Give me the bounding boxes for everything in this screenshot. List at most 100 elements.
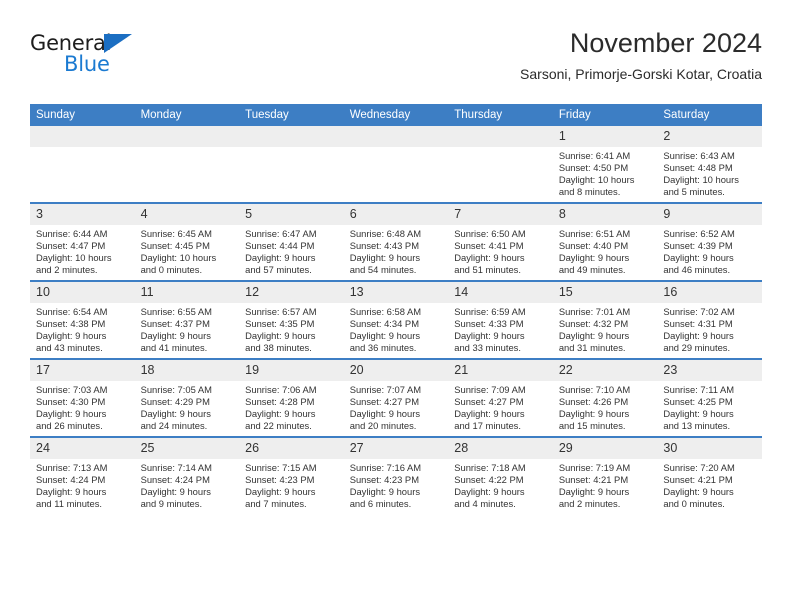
calendar-day-cell[interactable]: 25 Sunrise: 7:14 AM Sunset: 4:24 PM Dayligh… [134, 436, 240, 514]
calendar-day-cell[interactable]: 5 Sunrise: 6:47 AM Sunset: 4:44 PM Daylight… [239, 202, 344, 281]
day-number: 12 [239, 282, 344, 303]
day-details: Sunrise: 6:44 AM Sunset: 4:47 PM Daylight:… [30, 225, 135, 276]
calendar-day-cell[interactable]: 11 Sunrise: 6:55 AM Sunset: 4:37 PM Dayligh… [134, 280, 240, 359]
day-sunset-text: Sunset: 4:25 PM [663, 396, 733, 408]
day-sunrise-text: Sunrise: 6:44 AM [36, 228, 108, 239]
calendar-day-cell[interactable]: 24 Sunrise: 7:13 AM Sunset: 4:24 PM Dayligh… [30, 436, 135, 514]
day-sunset-text: Sunset: 4:21 PM [663, 474, 733, 486]
calendar-day-cell[interactable]: 12 Sunrise: 6:57 AM Sunset: 4:35 PM Dayligh… [239, 280, 344, 359]
day-daylight-text: Daylight: 9 hours [663, 408, 734, 420]
day-sunset-text: Sunset: 4:48 PM [663, 162, 733, 174]
calendar-day-cell[interactable]: 2 Sunrise: 6:43 AM Sunset: 4:48 PM Daylight… [657, 126, 762, 203]
calendar-day-cell[interactable]: 7 Sunrise: 6:50 AM Sunset: 4:41 PM Daylight… [448, 202, 553, 281]
day-daylight-text: Daylight: 9 hours [349, 408, 421, 420]
calendar-day-cell[interactable]: 16 Sunrise: 7:02 AM Sunset: 4:31 PM Dayligh… [657, 280, 762, 359]
calendar-day-cell[interactable]: 22 Sunrise: 7:10 AM Sunset: 4:26 PM Dayligh… [552, 358, 658, 437]
calendar-page: General Blue November 2024 Sarsoni, Prim… [0, 0, 792, 612]
day-daylight-text: Daylight: 9 hours [140, 486, 211, 498]
day-daylight-text: and 24 minutes. [140, 420, 208, 432]
day-daylight-text: Daylight: 9 hours [36, 408, 107, 420]
calendar-day-cell[interactable]: 8 Sunrise: 6:51 AM Sunset: 4:40 PM Daylight… [552, 202, 658, 281]
day-sunset-text: Sunset: 4:50 PM [558, 162, 629, 174]
day-daylight-text: Daylight: 9 hours [663, 252, 734, 264]
day-daylight-text: and 29 minutes. [663, 342, 731, 354]
calendar-day-cell[interactable]: 9 Sunrise: 6:52 AM Sunset: 4:39 PM Daylight… [657, 202, 762, 281]
day-sunrise-text: Sunrise: 7:03 AM [36, 384, 108, 395]
day-daylight-text: and 7 minutes. [245, 498, 307, 510]
day-daylight-text: Daylight: 9 hours [454, 252, 525, 264]
calendar-day-cell[interactable]: 21 Sunrise: 7:09 AM Sunset: 4:27 PM Dayligh… [448, 358, 553, 437]
day-details: Sunrise: 7:20 AM Sunset: 4:21 PM Daylight:… [657, 459, 762, 510]
day-daylight-text: and 31 minutes. [558, 342, 626, 354]
day-sunset-text: Sunset: 4:27 PM [454, 396, 524, 408]
day-details: Sunrise: 7:14 AM Sunset: 4:24 PM Daylight:… [135, 459, 240, 510]
day-daylight-text: and 8 minutes. [558, 186, 621, 198]
day-sunrise-text: Sunrise: 6:58 AM [349, 306, 422, 317]
calendar-day-cell[interactable]: 13 Sunrise: 6:58 AM Sunset: 4:34 PM Dayligh… [343, 280, 449, 359]
calendar-day-cell[interactable]: 1 Sunrise: 6:41 AM Sunset: 4:50 PM Daylight… [552, 126, 658, 203]
day-number: 16 [657, 282, 762, 303]
day-details: Sunrise: 6:51 AM Sunset: 4:40 PM Daylight:… [553, 225, 658, 276]
calendar-day-cell[interactable]: 28 Sunrise: 7:18 AM Sunset: 4:22 PM Dayligh… [448, 436, 553, 514]
weekday-header-row: Sunday Monday Tuesday Wednesday Thursday… [30, 104, 762, 126]
day-number: 27 [343, 438, 449, 459]
day-details: Sunrise: 7:19 AM Sunset: 4:21 PM Daylight:… [553, 459, 658, 510]
day-daylight-text: and 13 minutes. [663, 420, 731, 432]
calendar-day-cell[interactable]: 3 Sunrise: 6:44 AM Sunset: 4:47 PM Daylight… [30, 202, 135, 281]
day-number: 13 [343, 282, 449, 303]
day-number: 22 [552, 360, 658, 381]
calendar-day-cell[interactable]: 20 Sunrise: 7:07 AM Sunset: 4:27 PM Dayligh… [343, 358, 449, 437]
generalblue-logo[interactable]: General Blue [30, 31, 210, 83]
calendar-day-cell[interactable]: 30 Sunrise: 7:20 AM Sunset: 4:21 PM Dayligh… [657, 436, 762, 514]
calendar-day-cell[interactable]: 15 Sunrise: 7:01 AM Sunset: 4:32 PM Dayligh… [552, 280, 658, 359]
day-sunset-text: Sunset: 4:23 PM [349, 474, 419, 486]
page-title: November 2024 [569, 28, 762, 58]
day-daylight-text: Daylight: 9 hours [349, 330, 421, 342]
day-number: 30 [657, 438, 762, 459]
day-sunset-text: Sunset: 4:23 PM [245, 474, 315, 486]
day-daylight-text: and 46 minutes. [663, 264, 731, 276]
day-sunset-text: Sunset: 4:32 PM [558, 318, 629, 330]
day-sunset-text: Sunset: 4:29 PM [140, 396, 210, 408]
day-daylight-text: Daylight: 9 hours [558, 252, 630, 264]
calendar-day-cell[interactable]: 17 Sunrise: 7:03 AM Sunset: 4:30 PM Dayligh… [30, 358, 135, 437]
day-number: 8 [552, 204, 658, 225]
day-daylight-text: and 33 minutes. [454, 342, 521, 354]
calendar-day-cell[interactable]: 6 Sunrise: 6:48 AM Sunset: 4:43 PM Daylight… [343, 202, 449, 281]
day-details: Sunrise: 7:09 AM Sunset: 4:27 PM Daylight:… [448, 381, 553, 432]
day-number: 24 [30, 438, 135, 459]
calendar-table: Sunday Monday Tuesday Wednesday Thursday… [30, 104, 762, 514]
day-daylight-text: Daylight: 9 hours [140, 330, 211, 342]
day-daylight-text: and 6 minutes. [349, 498, 412, 510]
day-daylight-text: and 43 minutes. [36, 342, 103, 354]
day-sunrise-text: Sunrise: 7:20 AM [663, 462, 735, 473]
title-block: November 2024 Sarsoni, Primorje-Gorski K… [520, 26, 762, 85]
calendar-day-cell[interactable]: 26 Sunrise: 7:15 AM Sunset: 4:23 PM Dayligh… [239, 436, 344, 514]
day-sunrise-text: Sunrise: 6:43 AM [663, 150, 735, 161]
day-sunset-text: Sunset: 4:43 PM [349, 240, 419, 252]
day-daylight-text: and 51 minutes. [454, 264, 521, 276]
day-sunrise-text: Sunrise: 6:59 AM [454, 306, 526, 317]
day-daylight-text: and 2 minutes. [558, 498, 621, 510]
calendar-day-cell[interactable]: 18 Sunrise: 7:05 AM Sunset: 4:29 PM Dayligh… [134, 358, 240, 437]
day-daylight-text: Daylight: 9 hours [36, 330, 107, 342]
calendar-day-cell[interactable]: 19 Sunrise: 7:06 AM Sunset: 4:28 PM Dayligh… [239, 358, 344, 437]
day-details: Sunrise: 7:01 AM Sunset: 4:32 PM Daylight:… [553, 303, 658, 354]
day-daylight-text: Daylight: 9 hours [454, 330, 525, 342]
calendar-day-cell[interactable]: 4 Sunrise: 6:45 AM Sunset: 4:45 PM Daylight… [134, 202, 240, 281]
weekday-header-sunday: Sunday [30, 104, 135, 126]
day-sunrise-text: Sunrise: 6:47 AM [245, 228, 317, 239]
day-number [239, 126, 344, 147]
day-details: Sunrise: 6:47 AM Sunset: 4:44 PM Daylight:… [239, 225, 344, 276]
calendar-day-cell[interactable]: 14 Sunrise: 6:59 AM Sunset: 4:33 PM Dayligh… [448, 280, 553, 359]
calendar-day-cell[interactable]: 27 Sunrise: 7:16 AM Sunset: 4:23 PM Dayligh… [343, 436, 449, 514]
day-daylight-text: Daylight: 9 hours [245, 408, 316, 420]
day-daylight-text: and 38 minutes. [245, 342, 312, 354]
calendar-day-cell[interactable]: 29 Sunrise: 7:19 AM Sunset: 4:21 PM Dayligh… [552, 436, 658, 514]
day-daylight-text: Daylight: 10 hours [663, 174, 739, 186]
calendar-day-cell[interactable]: 23 Sunrise: 7:11 AM Sunset: 4:25 PM Dayligh… [657, 358, 762, 437]
calendar-body: 1 Sunrise: 6:41 AM Sunset: 4:50 PM Daylight… [30, 126, 762, 514]
day-number: 4 [134, 204, 240, 225]
calendar-day-cell[interactable]: 10 Sunrise: 6:54 AM Sunset: 4:38 PM Dayligh… [30, 280, 135, 359]
weekday-header-monday: Monday [134, 104, 240, 126]
